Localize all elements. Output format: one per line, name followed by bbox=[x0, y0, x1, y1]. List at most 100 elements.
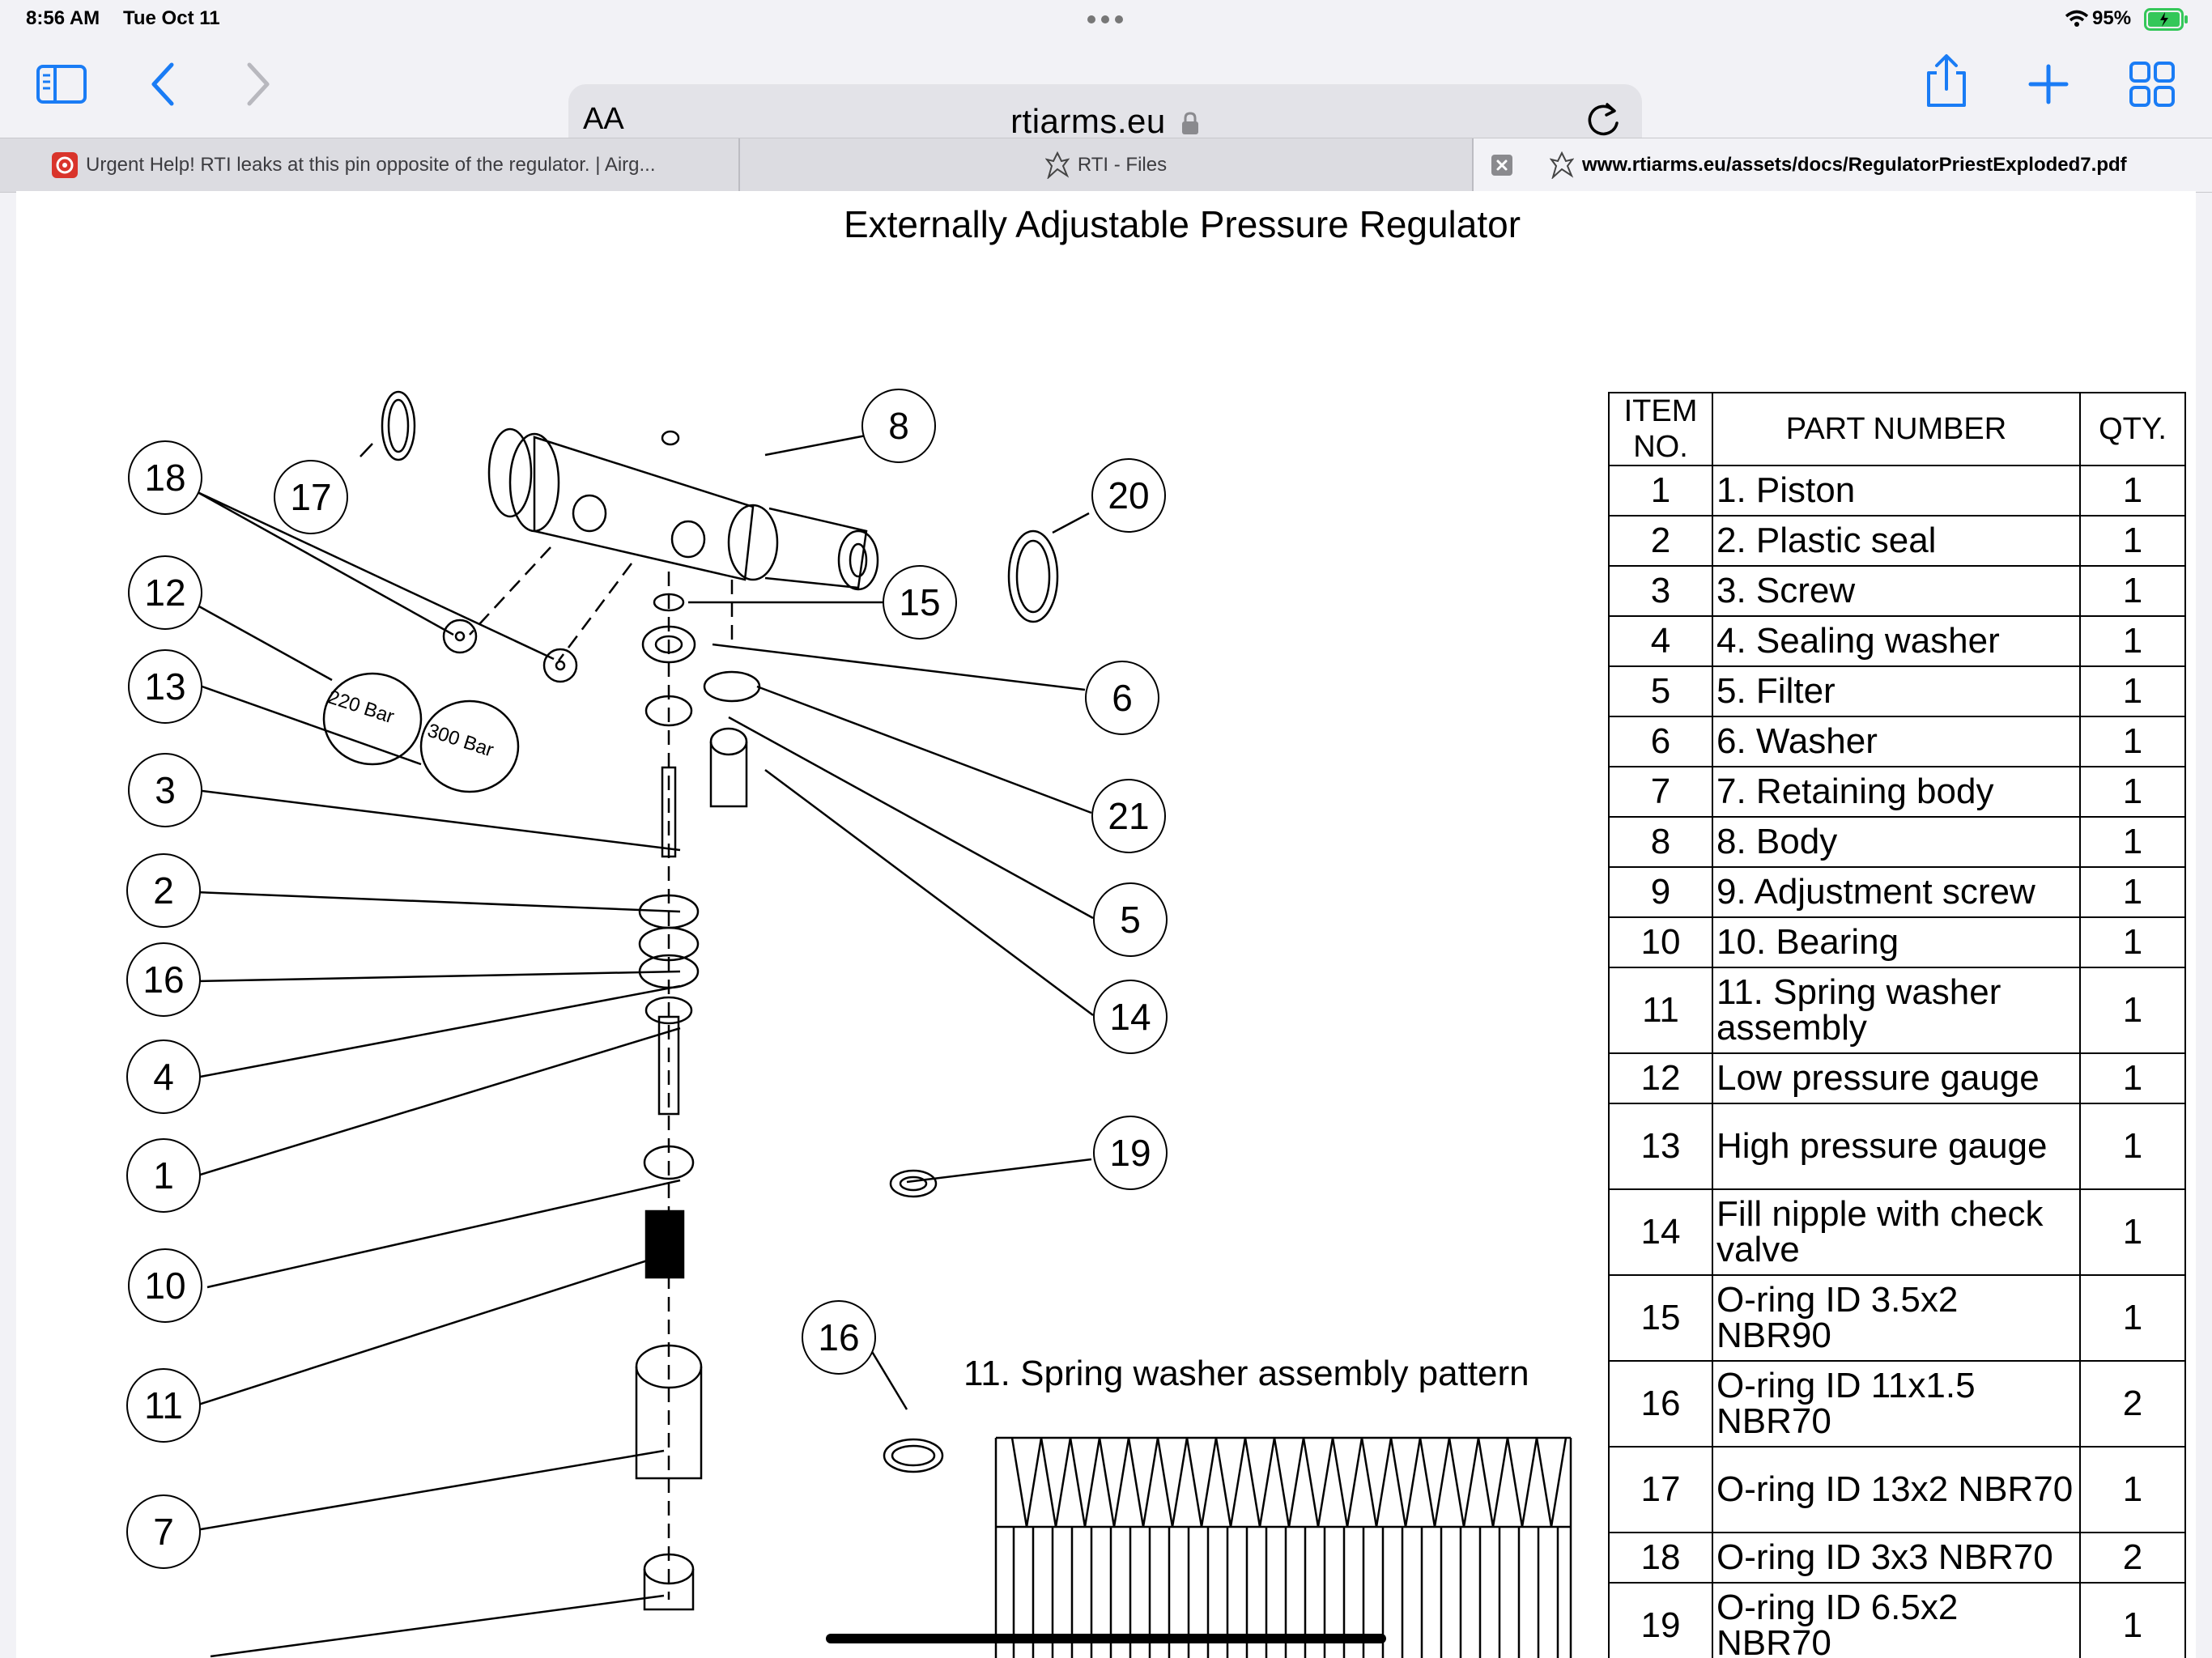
parts-table: ITEM NO. PART NUMBER QTY. 1 1. Piston 1 2 2.… bbox=[1608, 392, 2186, 1658]
url-display[interactable]: rtiarms.eu bbox=[568, 102, 1642, 141]
table-cell-part: 8. Body bbox=[1712, 816, 2081, 868]
callout-18: 18 bbox=[128, 440, 202, 515]
table-row: 1 1. Piston 1 bbox=[1608, 465, 2186, 517]
table-cell-item: 17 bbox=[1608, 1446, 1713, 1533]
table-cell-qty: 1 bbox=[2079, 1188, 2186, 1276]
table-cell-part: 4. Sealing washer bbox=[1712, 615, 2081, 667]
table-body: 1 1. Piston 1 2 2. Plastic seal 1 3 3. Screw 1 4 4… bbox=[1608, 465, 2186, 1658]
callout-16b: 16 bbox=[802, 1300, 876, 1375]
table-row: 18 O-ring ID 3x3 NBR70 2 bbox=[1608, 1532, 2186, 1584]
table-cell-qty: 1 bbox=[2079, 1052, 2186, 1104]
tabs-grid-icon[interactable] bbox=[2121, 53, 2183, 115]
table-cell-part: O-ring ID 6.5x2 NBR70 bbox=[1712, 1582, 2081, 1658]
multitasking-dots-icon[interactable] bbox=[1085, 11, 1125, 28]
table-row: 3 3. Screw 1 bbox=[1608, 565, 2186, 617]
tab-label: www.rtiarms.eu/assets/docs/RegulatorPrie… bbox=[1582, 154, 2127, 176]
table-cell-part: Low pressure gauge bbox=[1712, 1052, 2081, 1104]
callout-13: 13 bbox=[128, 649, 202, 724]
callout-2: 2 bbox=[126, 853, 201, 928]
table-row: 13 High pressure gauge 1 bbox=[1608, 1103, 2186, 1190]
table-cell-part: 1. Piston bbox=[1712, 465, 2081, 517]
table-cell-part: 10. Bearing bbox=[1712, 916, 2081, 968]
table-cell-qty: 1 bbox=[2079, 816, 2186, 868]
table-cell-item: 16 bbox=[1608, 1360, 1713, 1448]
table-cell-part: 3. Screw bbox=[1712, 565, 2081, 617]
status-time: 8:56 AM bbox=[26, 7, 100, 29]
chevron-right-icon[interactable] bbox=[227, 53, 288, 115]
table-cell-item: 10 bbox=[1608, 916, 1713, 968]
home-indicator[interactable] bbox=[826, 1634, 1386, 1643]
close-tab-icon[interactable] bbox=[1491, 155, 1512, 176]
url-text: rtiarms.eu bbox=[1010, 102, 1166, 140]
table-cell-item: 11 bbox=[1608, 967, 1713, 1054]
callout-16: 16 bbox=[126, 942, 201, 1017]
status-bar: 8:56 AM Tue Oct 11 95% bbox=[0, 0, 2212, 39]
tab-label: RTI - Files bbox=[1077, 154, 1168, 176]
table-cell-qty: 1 bbox=[2079, 615, 2186, 667]
header-part-number: PART NUMBER bbox=[1712, 392, 2081, 466]
table-cell-item: 19 bbox=[1608, 1582, 1713, 1658]
table-row: 6 6. Washer 1 bbox=[1608, 716, 2186, 767]
callout-10: 10 bbox=[128, 1248, 202, 1323]
callout-8: 8 bbox=[861, 389, 936, 463]
wifi-icon bbox=[2065, 10, 2089, 27]
tab-regulator-pdf[interactable]: www.rtiarms.eu/assets/docs/RegulatorPrie… bbox=[1474, 138, 2212, 192]
table-row: 16 O-ring ID 11x1.5 NBR70 2 bbox=[1608, 1360, 2186, 1448]
callout-5: 5 bbox=[1093, 882, 1168, 957]
table-cell-part: 2. Plastic seal bbox=[1712, 515, 2081, 567]
table-cell-item: 12 bbox=[1608, 1052, 1713, 1104]
rti-favicon-icon bbox=[1044, 151, 1070, 179]
table-row: 10 10. Bearing 1 bbox=[1608, 916, 2186, 968]
callout-7: 7 bbox=[126, 1494, 201, 1569]
callout-17: 17 bbox=[274, 460, 348, 534]
plus-icon[interactable] bbox=[2018, 53, 2079, 115]
table-row: 2 2. Plastic seal 1 bbox=[1608, 515, 2186, 567]
callout-12: 12 bbox=[128, 555, 202, 630]
table-cell-item: 13 bbox=[1608, 1103, 1713, 1190]
table-cell-qty: 1 bbox=[2079, 1446, 2186, 1533]
table-row: 15 O-ring ID 3.5x2 NBR90 1 bbox=[1608, 1274, 2186, 1362]
battery-percent: 95% bbox=[2092, 7, 2132, 29]
table-cell-item: 7 bbox=[1608, 766, 1713, 818]
table-cell-part: 11. Spring washer assembly bbox=[1712, 967, 2081, 1054]
browser-toolbar: AA rtiarms.eu bbox=[0, 39, 2212, 160]
table-cell-part: Fill nipple with check valve bbox=[1712, 1188, 2081, 1276]
gauge-300-label: 300 Bar bbox=[425, 720, 496, 762]
table-cell-part: O-ring ID 3.5x2 NBR90 bbox=[1712, 1274, 2081, 1362]
lock-icon bbox=[1181, 112, 1198, 134]
table-cell-qty: 1 bbox=[2079, 967, 2186, 1054]
sidebar-icon[interactable] bbox=[31, 53, 92, 115]
pdf-page[interactable]: Externally Adjustable Pressure Regulator bbox=[16, 191, 2196, 1658]
tab-airgun-forum[interactable]: Urgent Help! RTI leaks at this pin oppos… bbox=[0, 138, 738, 192]
share-icon[interactable] bbox=[1916, 50, 1977, 112]
table-cell-qty: 1 bbox=[2079, 716, 2186, 767]
table-row: 14 Fill nipple with check valve 1 bbox=[1608, 1188, 2186, 1276]
table-cell-qty: 1 bbox=[2079, 665, 2186, 717]
table-cell-part: 5. Filter bbox=[1712, 665, 2081, 717]
table-cell-part: High pressure gauge bbox=[1712, 1103, 2081, 1190]
table-cell-item: 4 bbox=[1608, 615, 1713, 667]
tab-rti-files[interactable]: RTI - Files bbox=[740, 138, 1472, 192]
table-cell-qty: 1 bbox=[2079, 916, 2186, 968]
table-cell-part: O-ring ID 13x2 NBR70 bbox=[1712, 1446, 2081, 1533]
table-cell-qty: 1 bbox=[2079, 866, 2186, 918]
callout-1: 1 bbox=[126, 1138, 201, 1213]
table-cell-item: 1 bbox=[1608, 465, 1713, 517]
battery-icon bbox=[2144, 8, 2188, 31]
table-cell-qty: 1 bbox=[2079, 766, 2186, 818]
forum-favicon-icon bbox=[52, 152, 78, 178]
callout-15: 15 bbox=[883, 565, 957, 640]
table-row: 7 7. Retaining body 1 bbox=[1608, 766, 2186, 818]
chevron-left-icon[interactable] bbox=[133, 53, 194, 115]
table-cell-qty: 1 bbox=[2079, 465, 2186, 517]
table-cell-part: 6. Washer bbox=[1712, 716, 2081, 767]
pattern-title: 11. Spring washer assembly pattern bbox=[963, 1354, 1529, 1393]
table-cell-qty: 1 bbox=[2079, 1103, 2186, 1190]
table-cell-item: 18 bbox=[1608, 1532, 1713, 1584]
callout-11: 11 bbox=[126, 1368, 201, 1443]
table-cell-part: 9. Adjustment screw bbox=[1712, 866, 2081, 918]
callout-6: 6 bbox=[1085, 661, 1159, 735]
tab-label: Urgent Help! RTI leaks at this pin oppos… bbox=[86, 154, 656, 176]
table-cell-qty: 2 bbox=[2079, 1360, 2186, 1448]
table-cell-part: O-ring ID 3x3 NBR70 bbox=[1712, 1532, 2081, 1584]
